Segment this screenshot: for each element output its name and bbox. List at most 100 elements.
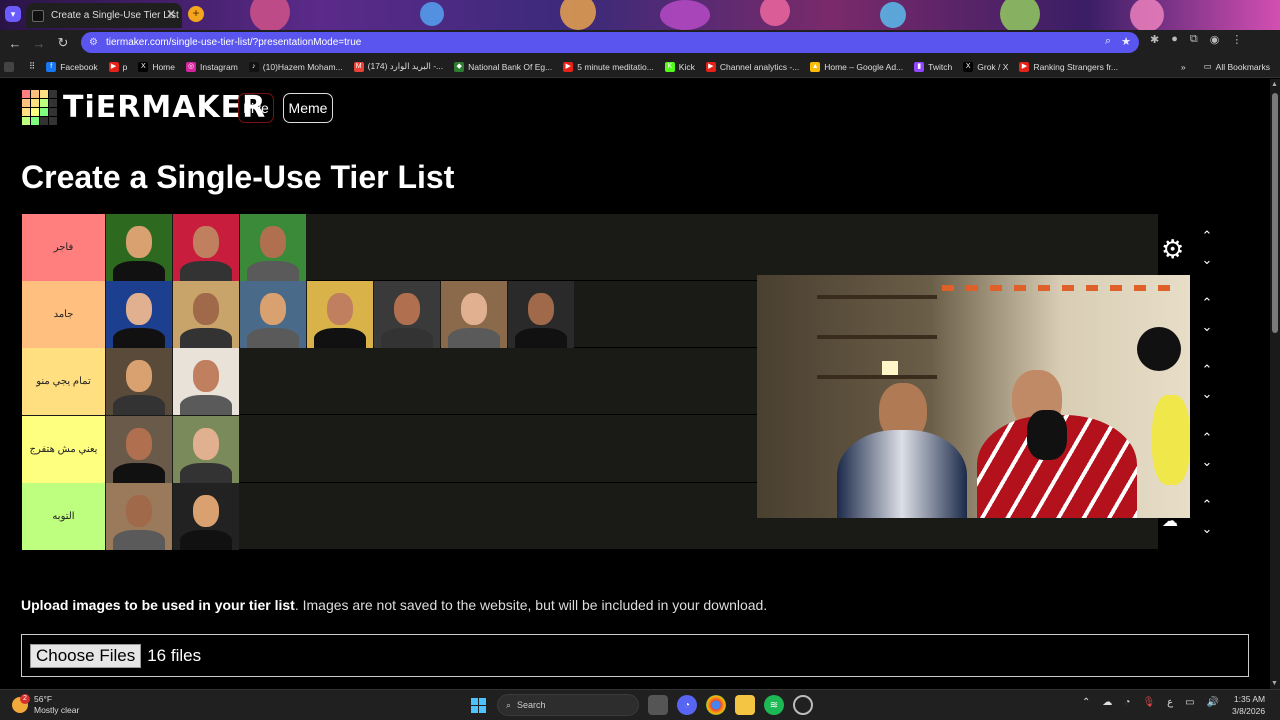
tier-item-image[interactable] [173,482,239,550]
move-tier-up-icon[interactable]: ⌃ [1197,363,1217,376]
tier-item-face [126,226,152,258]
tier-label[interactable]: جامد [22,281,105,349]
bookmark-item[interactable]: ▶ Channel analytics -... [705,61,799,72]
bookmark-item[interactable]: X Grok / X [963,61,1008,72]
tier-item-image[interactable] [441,281,507,349]
tab-search-icon[interactable]: ▾ [5,6,21,22]
tiermaker-logo[interactable]: TiERMAKER [22,90,266,125]
avatar[interactable]: ◉ [1210,33,1220,46]
tier-item-body [180,395,232,416]
site-info-icon[interactable]: ⚙ [89,37,98,48]
clock-date: 3/8/2026 [1232,706,1266,716]
tier-item-image[interactable] [240,214,306,281]
tier-item-image[interactable] [307,281,373,349]
bookmark-item[interactable]: ▶ Ranking Strangers fr... [1019,61,1118,72]
volume-icon[interactable]: 🔊 [1207,697,1219,708]
bookmark-item[interactable]: M (174) البريد الوارد -... [353,61,443,72]
chevron-double-right-icon[interactable]: » [1181,62,1186,72]
back-arrow-icon[interactable]: ← [3,31,27,55]
move-tier-up-icon[interactable]: ⌃ [1197,296,1217,309]
choose-files-button[interactable]: Choose Files [30,643,142,668]
app-icon[interactable] [793,695,813,715]
scroll-down-arrow-icon[interactable]: ▼ [1271,680,1278,687]
forward-arrow-icon[interactable]: → [27,31,51,55]
tier-item-image[interactable] [173,214,239,281]
bookmark-star-icon[interactable]: ★ [1121,35,1131,48]
bookmark-item[interactable]: ◆ National Bank Of Eg... [454,61,552,72]
tier-label[interactable]: تمام يجي منو [22,348,105,416]
address-bar[interactable]: ⚙ tiermaker.com/single-use-tier-list/?pr… [81,32,1139,53]
language-indicator[interactable]: ع [1167,697,1173,708]
tab-close-icon[interactable]: ✕ [166,7,176,21]
reload-icon[interactable]: ↻ [51,31,75,55]
file-explorer-icon[interactable] [735,695,755,715]
scroll-up-arrow-icon[interactable]: ▲ [1271,81,1278,88]
bookmark-favicon-icon: ▲ [810,61,821,72]
bookmark-item[interactable]: ▮ Twitch [914,61,952,72]
tier-item-image[interactable] [374,281,440,349]
move-tier-down-icon[interactable]: ⌄ [1197,253,1217,266]
tier-item-image[interactable] [106,482,172,550]
tier-item-image[interactable] [173,415,239,483]
apps-grid-icon[interactable]: ⠿ [29,61,35,72]
live-button[interactable]: Live [238,93,274,123]
page-scrollbar[interactable]: ▲ ▼ [1270,79,1280,689]
tier-item-image[interactable] [106,214,172,281]
move-tier-up-icon[interactable]: ⌃ [1197,431,1217,444]
tier-item-image[interactable] [106,415,172,483]
discord-icon[interactable]: ◔ [677,695,697,715]
onedrive-icon[interactable]: ☁ [1102,697,1112,708]
all-bookmarks-button[interactable]: » ▭ All Bookmarks [1181,61,1270,72]
task-view-icon[interactable] [648,695,668,715]
weather-badge: 2 [20,694,30,704]
new-tab-button[interactable]: + [188,6,204,22]
taskbar-search[interactable]: ⌕ Search [497,694,639,716]
zoom-icon[interactable]: ⌕ [1105,35,1111,48]
chrome-menu-icon[interactable]: ⋮ [1231,33,1242,46]
move-tier-up-icon[interactable]: ⌃ [1197,498,1217,511]
tab-active[interactable]: Create a Single-Use Tier List (Pr ✕ [26,3,182,28]
tier-item-image[interactable] [106,281,172,349]
bookmark-item[interactable]: X Home [138,61,175,72]
weather-widget[interactable]: 2 56°F Mostly clear [12,694,79,716]
move-tier-down-icon[interactable]: ⌄ [1197,522,1217,535]
clock[interactable]: 1:35 AM 3/8/2026 [1232,693,1265,717]
move-tier-down-icon[interactable]: ⌄ [1197,320,1217,333]
extensions-puzzle-icon[interactable]: ⧉ [1190,33,1198,46]
windows-start-icon[interactable] [468,695,488,715]
tier-item-image[interactable] [508,281,574,349]
bookmark-item[interactable]: f Facebook [46,61,98,72]
microphone-icon[interactable]: 🎙 [1142,697,1155,708]
tier-item-image[interactable] [240,281,306,349]
tier-item-image[interactable] [106,348,172,416]
network-icon[interactable]: ▭ [1185,697,1194,708]
tier-item-image[interactable] [173,348,239,416]
chevron-up-icon[interactable]: ⌃ [1082,697,1090,708]
chrome-icon[interactable] [706,695,726,715]
tab-groups-icon[interactable] [4,61,18,72]
tier-label[interactable]: فاجر [22,214,105,281]
bookmark-item[interactable]: K Kick [664,61,695,72]
spotify-icon[interactable]: ≋ [764,695,784,715]
bookmark-item[interactable]: ▲ Home – Google Ad... [810,61,903,72]
meme-button[interactable]: Meme [283,93,333,123]
bookmark-item[interactable]: ▶ 5 minute meditatio... [563,61,654,72]
drag-handle-icon[interactable]: ☁ [1162,511,1178,531]
bookmark-item[interactable]: ◎ Instagram [186,61,238,72]
tier-item-image[interactable] [173,281,239,349]
move-tier-down-icon[interactable]: ⌄ [1197,455,1217,468]
bookmark-favicon-icon: f [46,61,57,72]
move-tier-up-icon[interactable]: ⌃ [1197,229,1217,242]
settings-gear-icon[interactable]: ⚙ [1161,234,1184,265]
logo-grid-cell [31,108,39,116]
bookmark-item[interactable]: ▶ p [108,61,127,72]
file-upload-field[interactable]: Choose Files 16 files [21,634,1249,677]
move-tier-down-icon[interactable]: ⌄ [1197,387,1217,400]
extension-icon[interactable]: ✱ [1150,33,1159,46]
profile-dot-icon[interactable]: ● [1171,33,1178,46]
tier-label[interactable]: يعني مش هتفرج [22,415,105,483]
discord-tray-icon[interactable]: ◔ [1124,697,1130,708]
tier-label[interactable]: التوبه [22,482,105,550]
bookmark-item[interactable]: ♪ (10)Hazem Moham... [248,61,343,72]
scrollbar-thumb[interactable] [1272,93,1278,333]
